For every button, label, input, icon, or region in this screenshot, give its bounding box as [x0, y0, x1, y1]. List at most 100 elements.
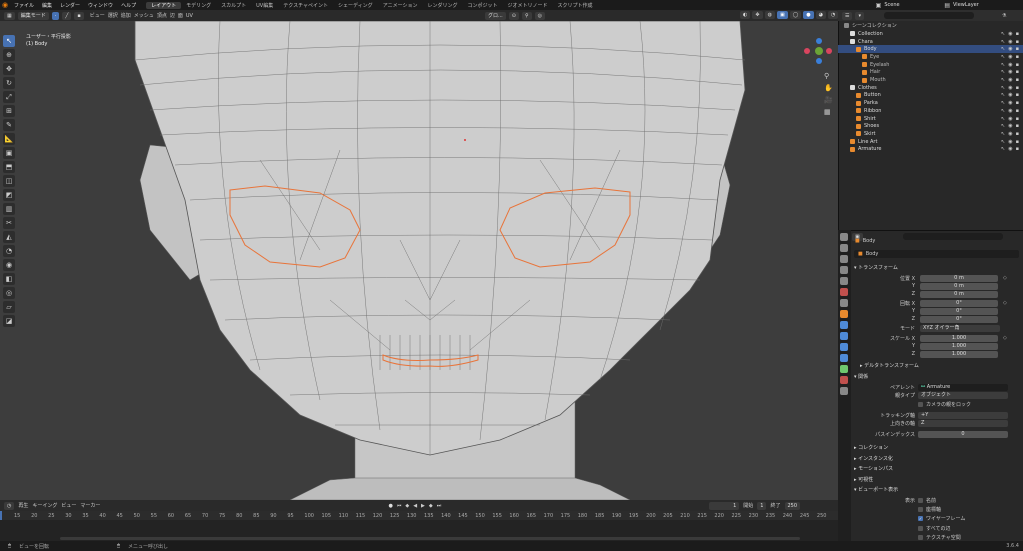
- parent-field[interactable]: ⚯ Armature: [918, 384, 1008, 391]
- tool-tab-icon[interactable]: [840, 233, 848, 241]
- xray-icon[interactable]: ▣: [776, 11, 788, 19]
- zoom-icon[interactable]: ⚲: [824, 72, 829, 80]
- tracking-axis-select[interactable]: +Y: [918, 412, 1008, 419]
- workspace-tab-animation[interactable]: アニメーション: [378, 2, 423, 9]
- outliner-row-skirt[interactable]: Skirt ↖ ◉ ▪: [838, 130, 1023, 138]
- snap-icon[interactable]: ⚲: [521, 11, 532, 20]
- selectable-toggle-icon[interactable]: ↖: [1001, 62, 1005, 68]
- selectable-toggle-icon[interactable]: ↖: [1001, 54, 1005, 60]
- keyframe-dot-icon[interactable]: ◇: [1003, 335, 1007, 341]
- editor-type-button[interactable]: ▦: [4, 11, 15, 20]
- eye-icon[interactable]: ◉: [1008, 116, 1012, 122]
- spin-tool-icon[interactable]: ◔: [3, 245, 15, 257]
- scale-y-field[interactable]: 1.000: [920, 343, 998, 350]
- particles-tab-icon[interactable]: [840, 332, 848, 340]
- eye-icon[interactable]: ◉: [1008, 69, 1012, 75]
- edge-select-button[interactable]: ╱: [62, 11, 72, 20]
- motion-paths-section-header[interactable]: ▸ モーションパス: [854, 465, 893, 472]
- add-cube-tool-icon[interactable]: ▣: [3, 147, 15, 159]
- transform-tool-icon[interactable]: ⊞: [3, 105, 15, 117]
- menu-select[interactable]: 選択: [108, 12, 118, 19]
- play-button[interactable]: ▶: [421, 503, 425, 509]
- outliner-row-ribbon[interactable]: Ribbon ↖ ◉ ▪: [838, 107, 1023, 115]
- view-layer-selector[interactable]: ViewLayer: [953, 2, 1023, 8]
- transform-orientation-selector[interactable]: グロ...: [484, 11, 506, 20]
- measure-tool-icon[interactable]: 📐: [3, 133, 15, 145]
- scene-tab-icon[interactable]: [840, 277, 848, 285]
- world-tab-icon[interactable]: [840, 288, 848, 296]
- smooth-tool-icon[interactable]: ◉: [3, 259, 15, 271]
- menu-playback[interactable]: 再生: [18, 502, 28, 509]
- wireframe-shading-icon[interactable]: ◯: [789, 11, 802, 19]
- relations-section-header[interactable]: ▾ 関係: [854, 373, 868, 380]
- ortho-toggle-icon[interactable]: ▦: [824, 108, 831, 116]
- pivot-icon[interactable]: ⊙: [508, 11, 519, 20]
- extrude-tool-icon[interactable]: ⬒: [3, 161, 15, 173]
- checkbox-box[interactable]: [918, 507, 923, 513]
- render-camera-icon[interactable]: ▪: [1016, 77, 1019, 83]
- eye-icon[interactable]: ◉: [1008, 92, 1012, 98]
- rotation-x-field[interactable]: 0°: [920, 300, 998, 307]
- keyframe-dot-icon[interactable]: ◇: [1003, 300, 1007, 306]
- vertex-select-button[interactable]: ·: [51, 11, 60, 20]
- bevel-tool-icon[interactable]: ◩: [3, 189, 15, 201]
- outliner-row-button[interactable]: Button ↖ ◉ ▪: [838, 92, 1023, 100]
- workspace-tab-modeling[interactable]: モデリング: [181, 2, 216, 9]
- prev-key-button[interactable]: ◆: [405, 503, 409, 509]
- menu-mesh[interactable]: メッシュ: [134, 12, 154, 19]
- menu-view[interactable]: ビュー: [90, 12, 105, 19]
- menu-add[interactable]: 追加: [121, 12, 131, 19]
- knife-tool-icon[interactable]: ✂: [3, 217, 15, 229]
- viewport-display-checkbox[interactable]: 座標軸: [918, 506, 941, 513]
- outliner-row-collection[interactable]: Collection ↖ ◉ ▪: [838, 30, 1023, 38]
- selectable-toggle-icon[interactable]: ↖: [1001, 146, 1005, 152]
- material-tab-icon[interactable]: [840, 376, 848, 384]
- constraints-tab-icon[interactable]: [840, 354, 848, 362]
- selectable-toggle-icon[interactable]: ↖: [1001, 92, 1005, 98]
- viewport-display-checkbox[interactable]: 名前: [918, 497, 936, 504]
- render-camera-icon[interactable]: ▪: [1016, 123, 1019, 129]
- workspace-tab-rendering[interactable]: レンダリング: [423, 2, 463, 9]
- cursor-tool-icon[interactable]: ⊕: [3, 49, 15, 61]
- viewport-display-checkbox[interactable]: ✓ ワイヤーフレーム: [918, 515, 965, 522]
- outliner-display-mode[interactable]: ▾: [855, 11, 864, 20]
- selectable-toggle-icon[interactable]: ↖: [1001, 123, 1005, 129]
- shrink-tool-icon[interactable]: ◎: [3, 287, 15, 299]
- render-camera-icon[interactable]: ▪: [1016, 69, 1019, 75]
- proportional-edit-icon[interactable]: ◎: [534, 11, 545, 20]
- outliner-row-eye[interactable]: Eye ↖ ◉ ▪: [838, 53, 1023, 61]
- rotate-tool-icon[interactable]: ↻: [3, 77, 15, 89]
- outliner-row-body[interactable]: Body ↖ ◉ ▪: [838, 45, 1023, 54]
- playhead[interactable]: [0, 511, 2, 520]
- pass-index-field[interactable]: 0: [918, 431, 1008, 438]
- modifier-tab-icon[interactable]: [840, 321, 848, 329]
- workspace-tab-uv[interactable]: UV編集: [251, 2, 278, 9]
- scene-selector[interactable]: Scene: [884, 2, 944, 8]
- rip-tool-icon[interactable]: ◪: [3, 315, 15, 327]
- face-select-button[interactable]: ▪: [74, 11, 84, 20]
- edge-slide-tool-icon[interactable]: ◧: [3, 273, 15, 285]
- render-camera-icon[interactable]: ▪: [1016, 116, 1019, 122]
- gizmo-icon[interactable]: ✥: [752, 11, 763, 19]
- camera-view-icon[interactable]: 🎥: [824, 96, 833, 104]
- pan-hand-icon[interactable]: ✋: [824, 84, 833, 92]
- outliner-editor-type-button[interactable]: ☰: [842, 11, 853, 20]
- render-camera-icon[interactable]: ▪: [1016, 85, 1019, 91]
- scale-tool-icon[interactable]: ⤢: [3, 91, 15, 103]
- workspace-tab-texture-paint[interactable]: テクスチャペイント: [278, 2, 333, 9]
- checkbox-box[interactable]: ✓: [918, 516, 923, 522]
- lock-camera-checkbox[interactable]: カメラの親をロック: [918, 401, 971, 408]
- eye-icon[interactable]: ◉: [1008, 62, 1012, 68]
- view-layer-tab-icon[interactable]: [840, 266, 848, 274]
- workspace-tab-geometry-nodes[interactable]: ジオメトリノード: [503, 2, 553, 9]
- menu-help[interactable]: ヘルプ: [117, 2, 140, 9]
- move-tool-icon[interactable]: ✥: [3, 63, 15, 75]
- outliner-row-shirt[interactable]: Shirt ↖ ◉ ▪: [838, 115, 1023, 123]
- selectable-toggle-icon[interactable]: ↖: [1001, 77, 1005, 83]
- render-camera-icon[interactable]: ▪: [1016, 46, 1019, 52]
- selectable-toggle-icon[interactable]: ↖: [1001, 46, 1005, 52]
- data-tab-icon[interactable]: [840, 365, 848, 373]
- eye-icon[interactable]: ◉: [1008, 131, 1012, 137]
- menu-render[interactable]: レンダー: [56, 2, 84, 9]
- material-shading-icon[interactable]: ◕: [815, 11, 827, 19]
